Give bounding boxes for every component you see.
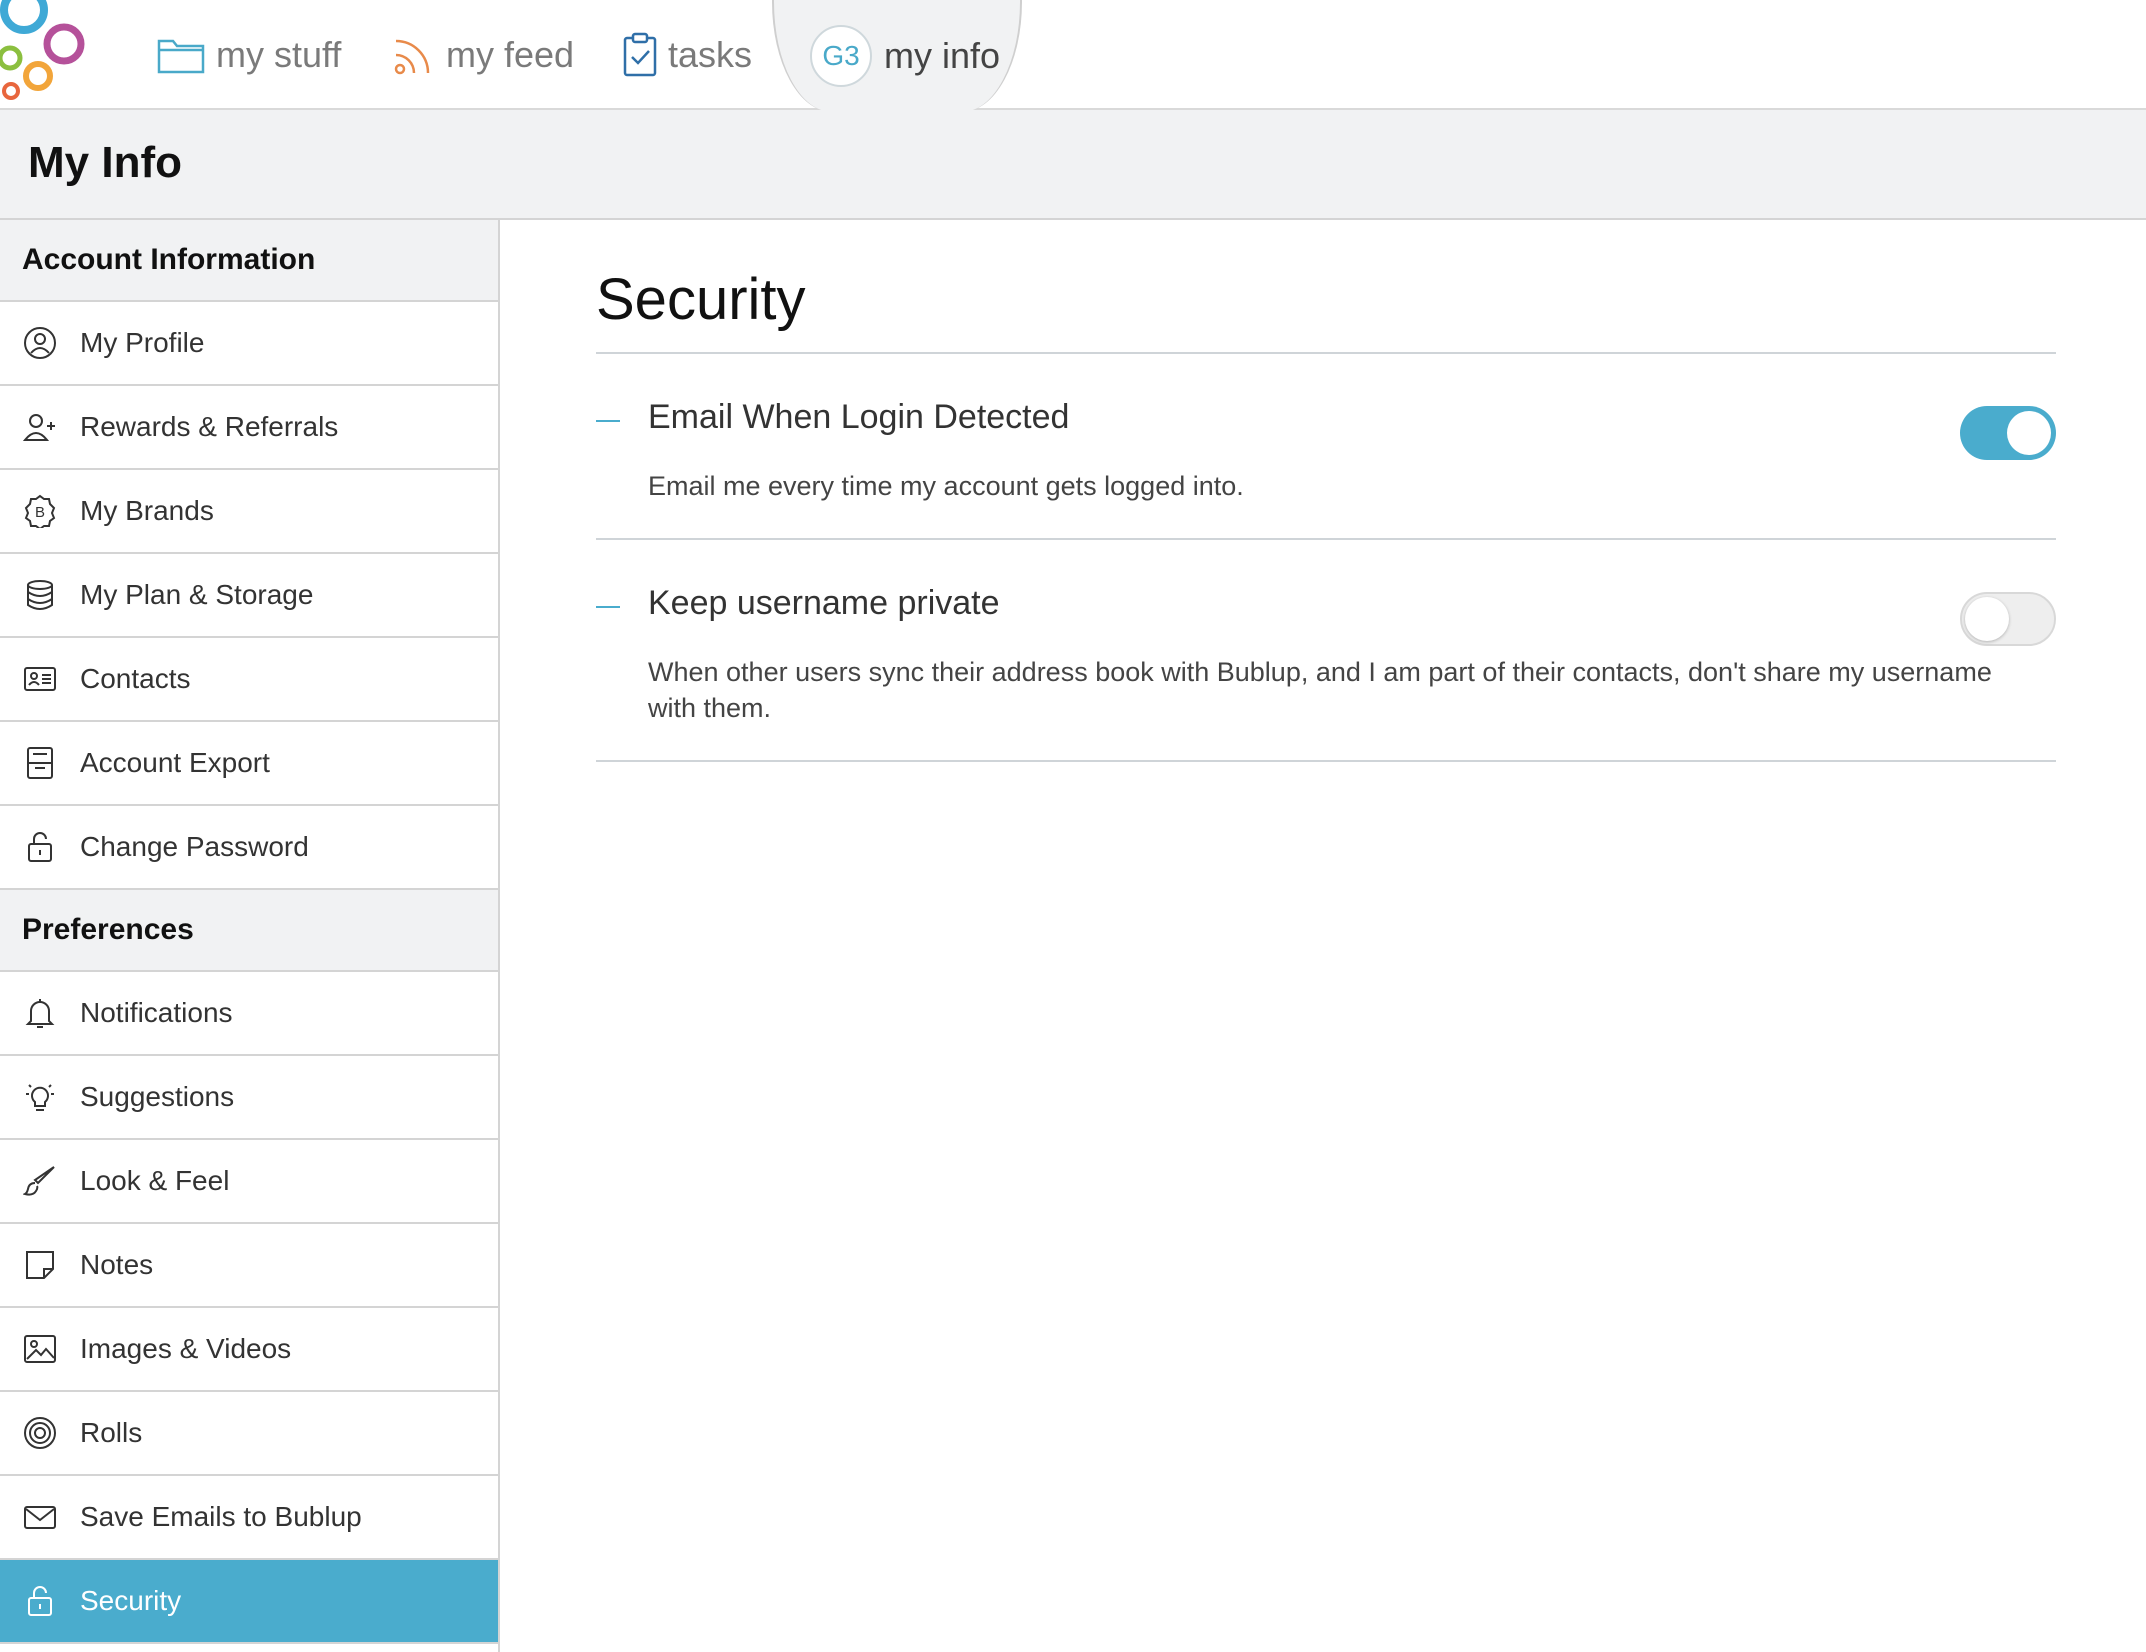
sidebar-item-label: My Brands (80, 495, 214, 526)
toggle-knob (2007, 411, 2051, 455)
sidebar-item-my-plan-storage[interactable]: My Plan & Storage (0, 554, 498, 638)
setting-description: Email me every time my account gets logg… (648, 471, 1244, 501)
toggle-knob (1965, 597, 2009, 641)
setting-description: When other users sync their address book… (648, 657, 1992, 723)
tab-my-feed[interactable]: my feed (392, 0, 574, 110)
sidebar-item-save-emails[interactable]: Save Emails to Bublup (0, 1476, 498, 1560)
rss-icon (394, 39, 430, 75)
setting-username-private: Keep username private When other users s… (596, 540, 2056, 762)
sidebar-item-label: My Plan & Storage (80, 579, 314, 610)
user-plus-icon (22, 409, 58, 445)
image-icon (22, 1331, 58, 1367)
bublup-logo[interactable] (0, 0, 100, 100)
sidebar-item-notifications[interactable]: Notifications (0, 972, 498, 1056)
dash-marker (596, 606, 620, 608)
brush-icon (22, 1163, 58, 1199)
sidebar-item-look-feel[interactable]: Look & Feel (0, 1140, 498, 1224)
sidebar-item-label: Account Export (80, 747, 270, 778)
sidebar-section-account: Account Information (0, 220, 498, 302)
page-title: My Info (28, 138, 182, 187)
tab-tasks[interactable]: tasks (622, 0, 752, 110)
tab-my-info[interactable]: G3 my info (772, 0, 1022, 112)
tab-label: my info (884, 35, 1001, 76)
clipboard-check-icon (623, 32, 657, 77)
spiral-icon (22, 1415, 58, 1451)
sidebar: Account Information My Profile Rewards &… (0, 220, 500, 1652)
section-title: Security (596, 267, 806, 332)
sidebar-item-label: Security (80, 1585, 182, 1616)
tab-label: tasks (668, 34, 753, 75)
tab-my-stuff[interactable]: my stuff (156, 0, 341, 110)
lightbulb-icon (22, 1079, 58, 1115)
sidebar-item-label: Images & Videos (80, 1333, 292, 1364)
note-icon (22, 1247, 58, 1283)
sidebar-item-suggestions[interactable]: Suggestions (0, 1056, 498, 1140)
tab-label: my feed (446, 34, 575, 75)
avatar: G3 (810, 25, 872, 87)
sidebar-item-label: Notifications (80, 997, 233, 1028)
sidebar-item-label: Suggestions (80, 1081, 235, 1112)
lock-icon (22, 1583, 58, 1619)
bell-icon (22, 995, 58, 1031)
contact-card-icon (22, 661, 58, 697)
sidebar-item-account-export[interactable]: Account Export (0, 722, 498, 806)
sidebar-item-label: Save Emails to Bublup (80, 1501, 362, 1532)
sidebar-item-rolls[interactable]: Rolls (0, 1392, 498, 1476)
user-circle-icon (22, 325, 58, 361)
tab-label: my stuff (216, 34, 342, 75)
dash-marker (596, 420, 620, 422)
sidebar-item-label: Contacts (80, 663, 191, 694)
folder-icon (157, 39, 205, 74)
sidebar-item-label: Rolls (80, 1417, 143, 1448)
svg-text:B: B (35, 504, 45, 521)
page-header: My Info (0, 110, 2146, 220)
sidebar-item-security[interactable]: Security (0, 1560, 498, 1644)
brand-b-icon: B (22, 493, 58, 529)
database-icon (22, 577, 58, 613)
sidebar-item-my-brands[interactable]: B My Brands (0, 470, 498, 554)
envelope-icon (22, 1499, 58, 1535)
email-login-toggle[interactable] (1960, 406, 2056, 460)
lock-icon (22, 829, 58, 865)
export-icon (22, 745, 58, 781)
sidebar-section-preferences: Preferences (0, 890, 498, 972)
username-private-toggle[interactable] (1960, 592, 2056, 646)
sidebar-item-label: My Profile (80, 327, 205, 358)
sidebar-item-change-password[interactable]: Change Password (0, 806, 498, 890)
setting-title: Email When Login Detected (648, 398, 1070, 436)
sidebar-item-notes[interactable]: Notes (0, 1224, 498, 1308)
setting-email-login: Email When Login Detected Email me every… (596, 354, 2056, 540)
sidebar-item-label: Change Password (80, 831, 309, 862)
sidebar-item-label: Look & Feel (80, 1165, 230, 1196)
sidebar-item-my-profile[interactable]: My Profile (0, 302, 498, 386)
top-nav: my stuff my feed tasks G3 my info (0, 0, 2146, 112)
sidebar-item-rewards-referrals[interactable]: Rewards & Referrals (0, 386, 498, 470)
setting-title: Keep username private (648, 584, 1000, 622)
sidebar-item-label: Rewards & Referrals (80, 411, 339, 442)
main-content: Security Email When Login Detected Email… (596, 260, 2056, 762)
sidebar-item-label: Notes (80, 1249, 154, 1280)
sidebar-item-images-videos[interactable]: Images & Videos (0, 1308, 498, 1392)
sidebar-item-contacts[interactable]: Contacts (0, 638, 498, 722)
